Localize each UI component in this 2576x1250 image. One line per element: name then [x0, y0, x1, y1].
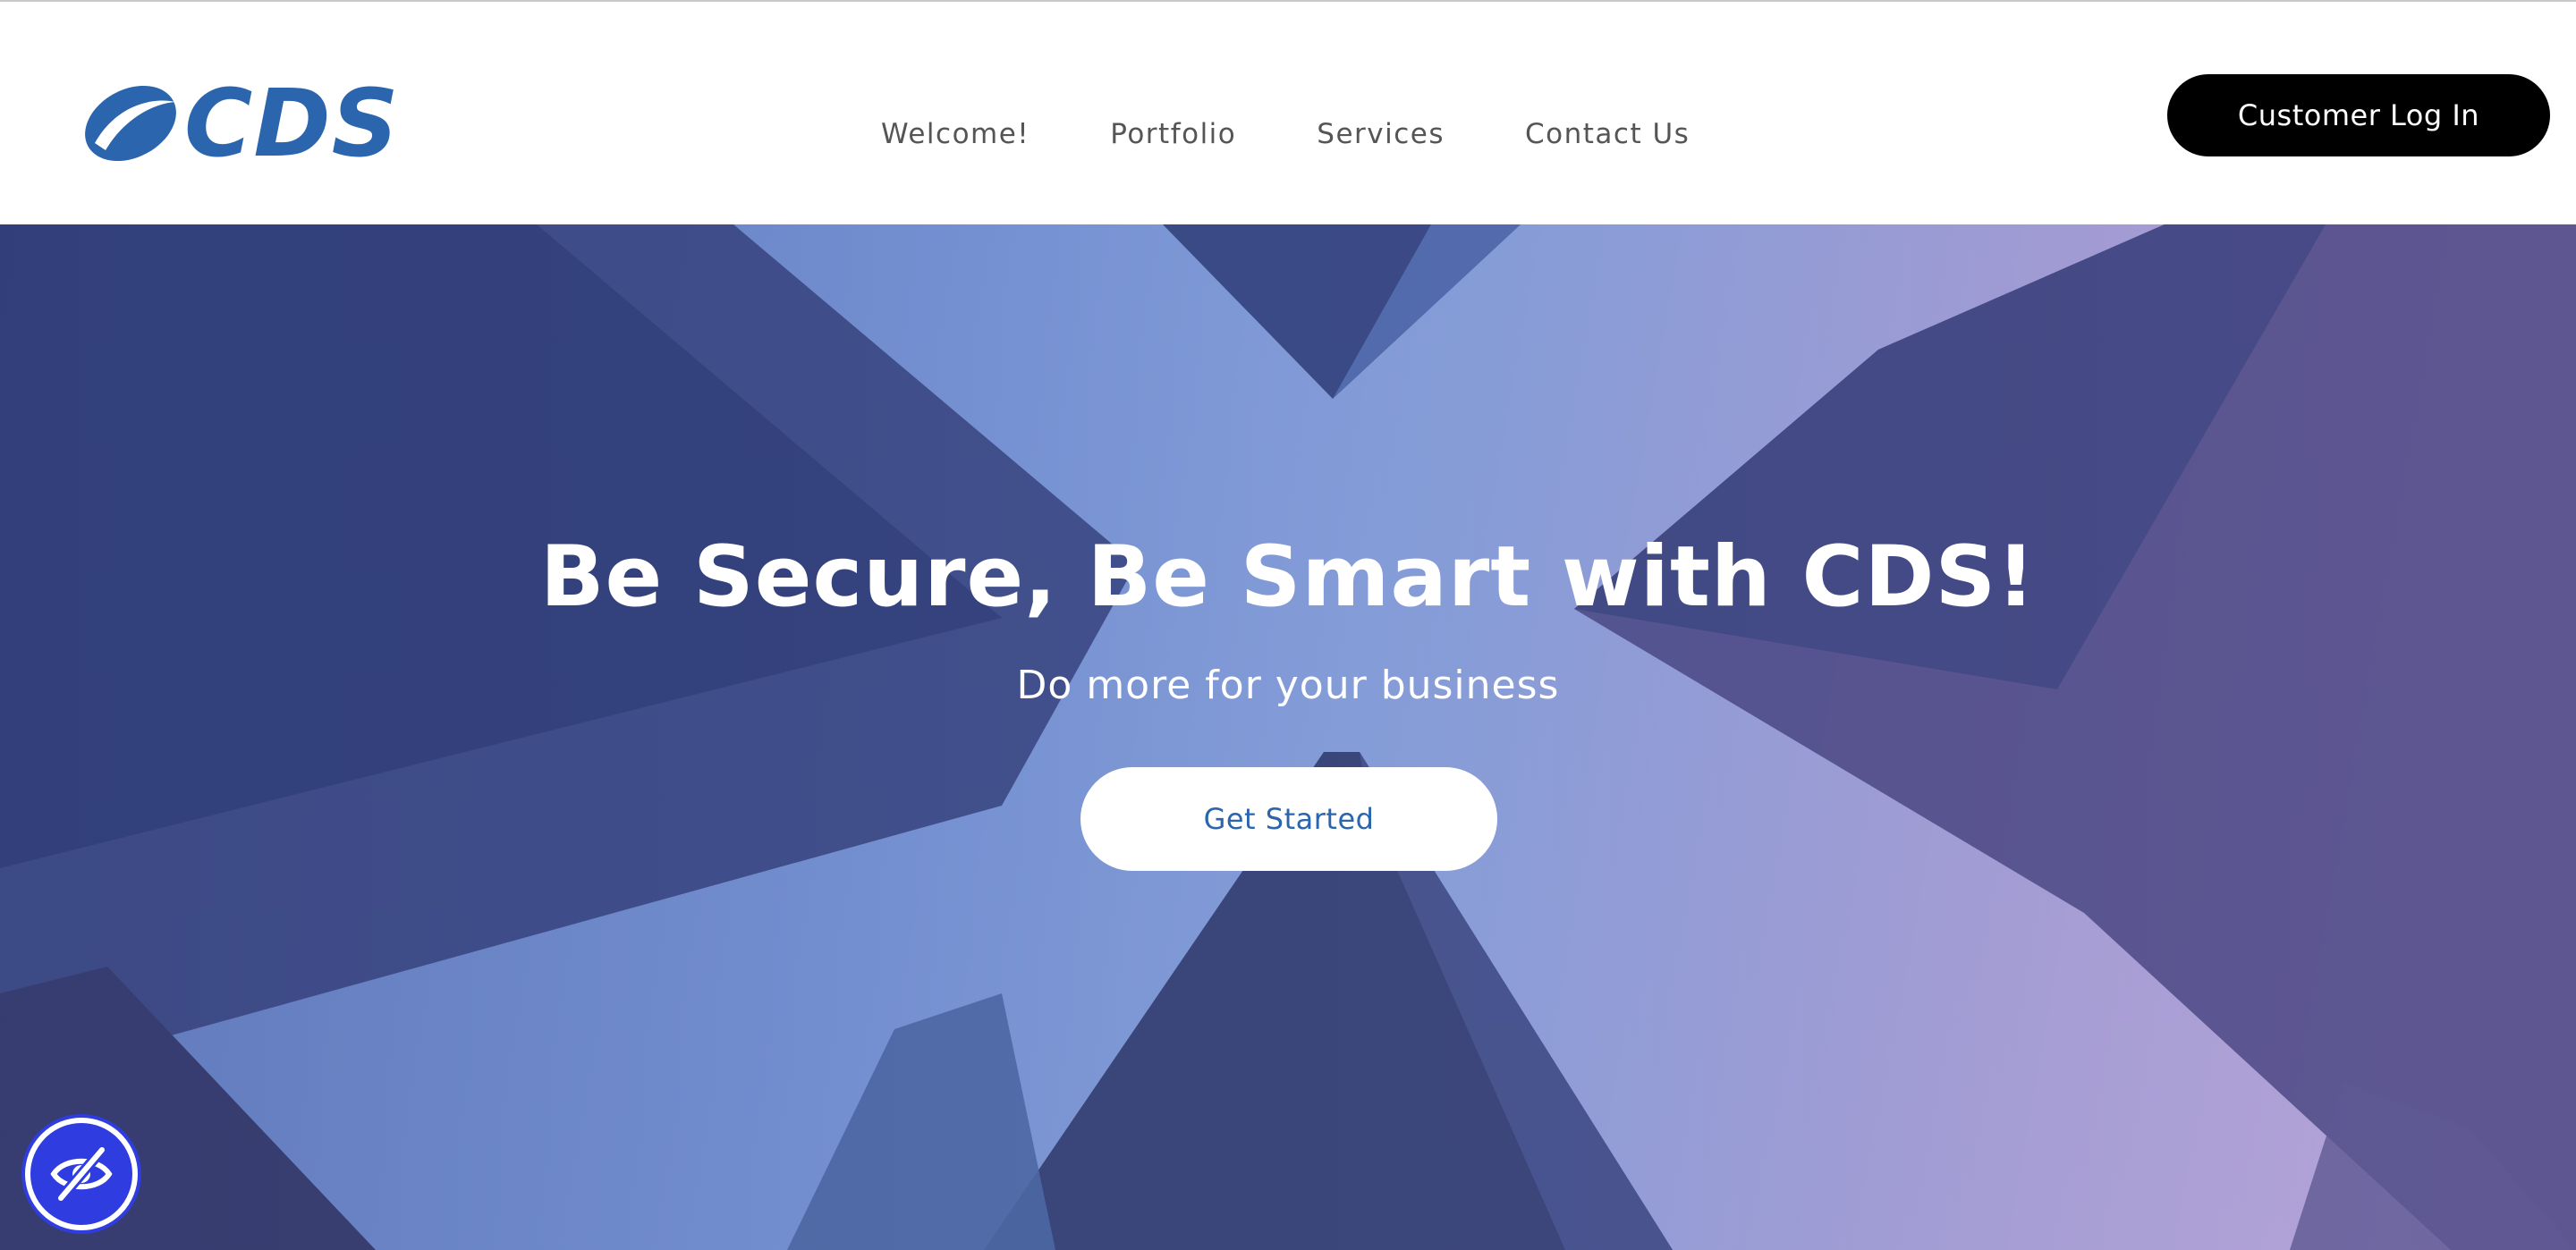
eye-slash-icon: [50, 1146, 113, 1202]
hero-title: Be Secure, Be Smart with CDS!: [539, 528, 2037, 626]
main-nav: Welcome! Portfolio Services Contact Us: [881, 107, 1690, 161]
hero-tint-overlay: [0, 224, 2576, 1250]
hero-section: Be Secure, Be Smart with CDS! Do more fo…: [0, 224, 2576, 1250]
nav-item-welcome[interactable]: Welcome!: [881, 118, 1030, 150]
hero-subtitle: Do more for your business: [1016, 663, 1560, 708]
brand-swoosh-icon: [85, 85, 176, 162]
brand-logo[interactable]: CDS: [79, 69, 401, 178]
nav-item-contact-us[interactable]: Contact Us: [1525, 118, 1690, 150]
nav-item-services[interactable]: Services: [1317, 118, 1445, 150]
get-started-button[interactable]: Get Started: [1080, 767, 1497, 871]
brand-name: CDS: [184, 69, 400, 178]
customer-login-button[interactable]: Customer Log In: [2167, 74, 2550, 156]
nav-item-portfolio[interactable]: Portfolio: [1110, 118, 1236, 150]
site-header: CDS Welcome! Portfolio Services Contact …: [0, 2, 2576, 224]
accessibility-toggle-button[interactable]: [25, 1118, 138, 1230]
